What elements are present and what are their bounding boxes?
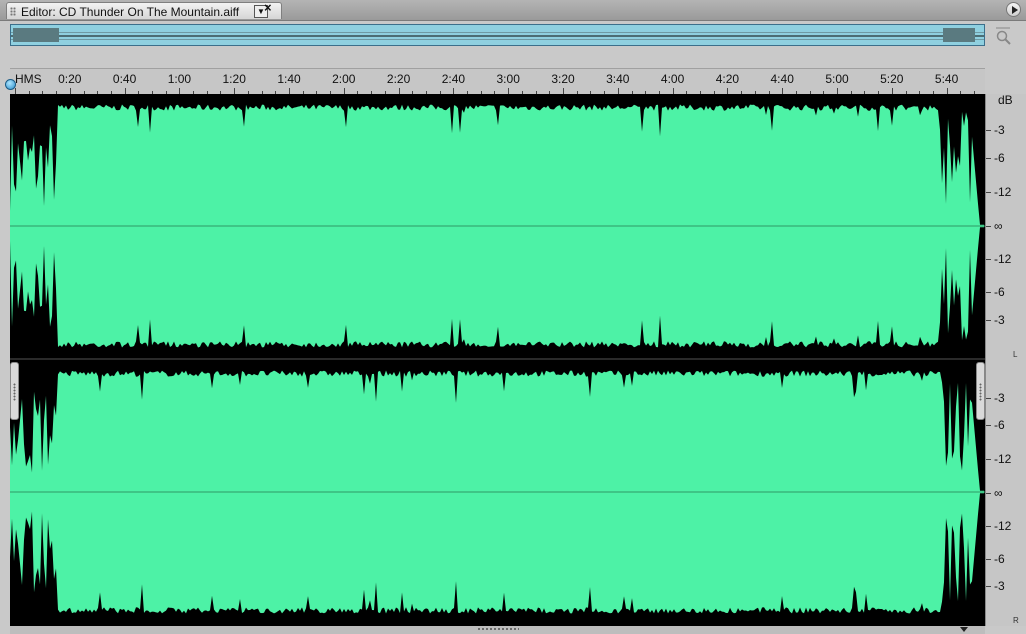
db-tick — [986, 158, 991, 159]
db-tick — [986, 586, 991, 587]
db-tick — [986, 292, 991, 293]
zoom-icon[interactable] — [992, 24, 1014, 46]
db-tick — [986, 192, 991, 193]
ruler-label: 2:40 — [441, 72, 466, 86]
db-tick — [986, 398, 991, 399]
stereo-waveform — [10, 104, 985, 614]
db-label: -12 — [994, 452, 1012, 466]
ruler-label: 3:20 — [551, 72, 575, 86]
db-tick — [986, 226, 991, 227]
db-tick — [986, 559, 991, 560]
db-label: -3 — [994, 123, 1005, 137]
db-label: -3 — [994, 579, 1005, 593]
ruler-label: 1:20 — [222, 72, 246, 86]
db-label: -3 — [994, 313, 1005, 327]
ruler-label: 4:40 — [770, 72, 794, 86]
left-channel-waveform — [10, 104, 985, 348]
waveform-display[interactable] — [10, 94, 985, 626]
ruler-label: 4:20 — [715, 72, 740, 86]
ruler-label: 5:40 — [934, 72, 959, 86]
db-tick — [986, 259, 991, 260]
overview-waveform-center — [11, 35, 984, 37]
ruler-label: 1:40 — [277, 72, 301, 86]
db-tick — [986, 130, 991, 131]
ruler-label: 1:00 — [167, 72, 192, 86]
right-channel-waveform — [10, 370, 985, 614]
db-label: -12 — [994, 252, 1012, 266]
ruler-label: 3:40 — [606, 72, 630, 86]
scroll-down-arrow-icon[interactable] — [960, 627, 968, 632]
db-label: -6 — [994, 285, 1005, 299]
resize-grip-icon[interactable] — [477, 627, 519, 632]
ruler-label: 2:00 — [332, 72, 356, 86]
db-tick — [986, 459, 991, 460]
ruler-label: 3:00 — [496, 72, 520, 86]
db-label: ∞ — [994, 219, 1003, 233]
time-ruler[interactable]: HMS 0:20 0:40 1:00 1:20 1:40 2:00 2:20 2:40 3:00… — [10, 68, 985, 94]
db-label: -12 — [994, 185, 1012, 199]
left-channel-marker: L — [1013, 350, 1018, 359]
close-icon[interactable]: × — [264, 0, 272, 15]
db-label: -12 — [994, 519, 1012, 533]
ruler-label: 5:00 — [825, 72, 849, 86]
db-tick — [986, 493, 991, 494]
editor-tab-title: Editor: CD Thunder On The Mountain.aiff — [21, 5, 240, 19]
db-scale: dB L R -3 -6 -12 ∞ -12 -6 -3 -3 -6 -12 ∞ -12 -6 -3 — [985, 93, 1026, 626]
db-label: -6 — [994, 552, 1005, 566]
editor-tab[interactable]: Editor: CD Thunder On The Mountain.aiff … — [6, 2, 282, 19]
ruler-label: 0:20 — [58, 72, 82, 86]
panel-titlebar: Editor: CD Thunder On The Mountain.aiff … — [0, 0, 1026, 21]
ruler-units-label: HMS — [15, 72, 42, 86]
overview-waveform-upper — [11, 32, 984, 33]
right-channel-handle[interactable] — [976, 362, 985, 420]
db-unit-label: dB — [998, 93, 1013, 107]
overview-waveform-intro — [13, 28, 59, 42]
overview-waveform-outro — [943, 28, 975, 42]
db-label: -6 — [994, 418, 1005, 432]
db-tick — [986, 320, 991, 321]
left-channel-handle[interactable] — [10, 362, 19, 420]
overview-waveform-lower — [11, 39, 984, 40]
db-label: -6 — [994, 151, 1005, 165]
tab-grip-icon[interactable] — [10, 7, 16, 16]
ruler-label: 5:20 — [880, 72, 904, 86]
horizontal-scroll-bar[interactable] — [10, 626, 985, 634]
db-label: -3 — [994, 391, 1005, 405]
playhead-marker[interactable] — [5, 79, 16, 90]
ruler-label: 0:40 — [112, 72, 137, 86]
panel-menu-icon[interactable] — [1006, 2, 1021, 17]
right-channel-marker: R — [1013, 616, 1019, 625]
overview-bar[interactable] — [10, 24, 985, 46]
ruler-label: 4:00 — [660, 72, 685, 86]
db-label: ∞ — [994, 486, 1003, 500]
ruler-label: 2:20 — [386, 72, 411, 86]
db-tick — [986, 526, 991, 527]
db-tick — [986, 425, 991, 426]
